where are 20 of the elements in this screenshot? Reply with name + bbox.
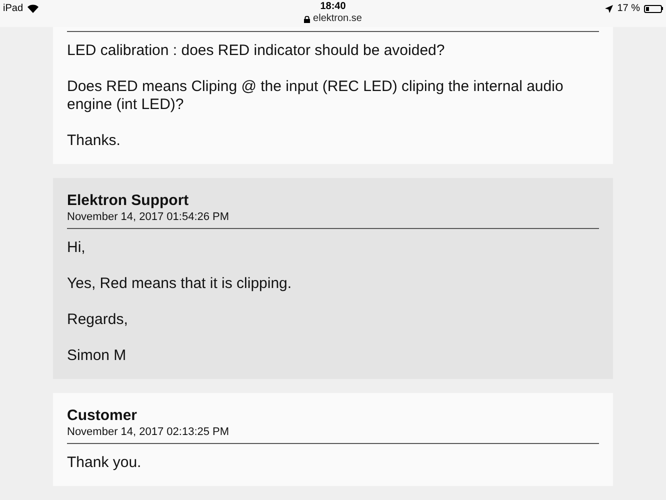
lock-icon [304, 16, 310, 22]
message-paragraph: LED calibration : does RED indicator should be avoided? [67, 42, 446, 60]
wifi-icon [27, 4, 40, 13]
message-date: November 14, 2017 02:13:25 PM [67, 425, 230, 439]
author-name: Customer [67, 407, 138, 425]
message-paragraph: Regards, [67, 311, 129, 329]
device-name: iPad [3, 2, 24, 16]
message-paragraph: Does RED means Cliping @ the input (REC LED) cliping the internal audio engine (int LED)? [67, 78, 564, 114]
author-name: Elektron Support [67, 192, 190, 210]
message-paragraph: Yes, Red means that it is clipping. [67, 275, 293, 293]
message-paragraph: Simon M [67, 347, 128, 365]
message-paragraph: Hi, [67, 239, 86, 257]
battery-percent: 17 % [617, 2, 640, 16]
message-date: November 14, 2017 01:54:26 PM [67, 210, 230, 224]
clock: 18:40 [320, 0, 346, 13]
location-arrow-icon [605, 4, 614, 12]
battery-icon [644, 4, 663, 12]
message-paragraph: Thanks. [67, 132, 122, 150]
message-paragraph: Thank you. [67, 454, 142, 472]
url-text[interactable]: elektron.se [313, 13, 362, 25]
